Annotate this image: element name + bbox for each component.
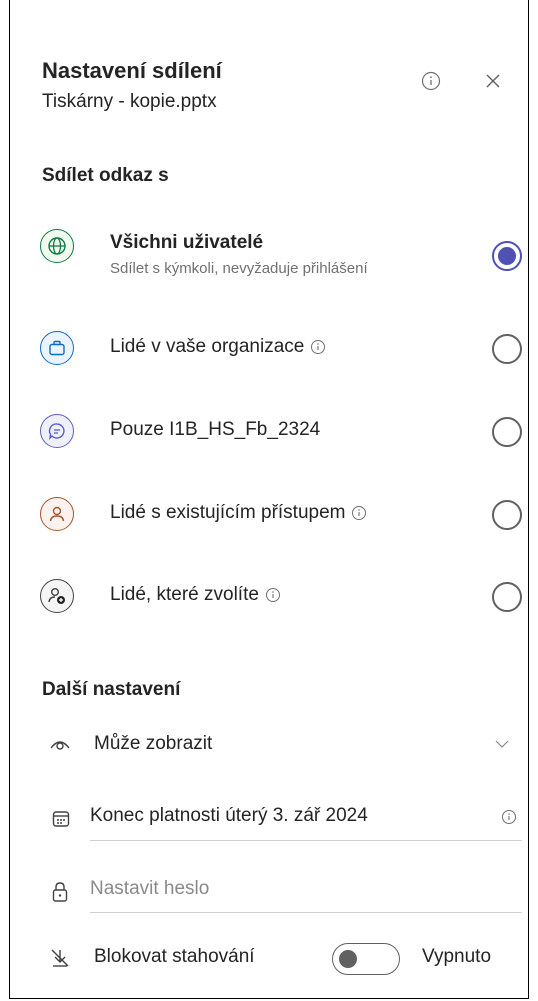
share-option-specific-people[interactable]: Lidé, které zvolíte (10, 562, 528, 632)
expiration-label: Konec platnosti úterý 3. zář 2024 (90, 805, 368, 826)
permission-label: Může zobrazit (94, 733, 213, 754)
info-icon[interactable] (418, 68, 444, 94)
radio-unselected[interactable] (492, 582, 522, 612)
permission-dropdown[interactable]: Může zobrazit (10, 722, 528, 768)
share-option-description: Sdílet s kýmkoli, nevyžaduje přihlášení (110, 260, 368, 277)
share-option-label: Pouze I1B_HS_Fb_2324 (110, 419, 321, 440)
panel-title: Nastavení sdílení (42, 58, 222, 83)
more-settings-heading: Další nastavení (42, 679, 181, 700)
share-link-heading: Sdílet odkaz s (42, 165, 169, 186)
share-option-existing-access[interactable]: Lidé s existujícím přístupem (10, 480, 528, 550)
block-download-toggle[interactable] (332, 943, 400, 975)
radio-selected[interactable] (492, 241, 522, 271)
field-underline (90, 840, 522, 841)
password-placeholder: Nastavit heslo (90, 878, 210, 899)
share-option-label-row: Lidé, které zvolíte (110, 584, 281, 606)
eye-icon (48, 733, 72, 755)
close-icon[interactable] (480, 68, 506, 94)
share-option-label: Lidé v vaše organizace (110, 336, 305, 357)
toggle-state-label: Vypnuto (422, 946, 492, 967)
briefcase-icon (40, 331, 74, 365)
lock-icon (50, 880, 70, 904)
person-add-icon (40, 579, 74, 613)
share-option-label: Lidé s existujícím přístupem (110, 502, 346, 523)
share-option-organization[interactable]: Lidé v vaše organizace (10, 314, 528, 384)
block-download-row: Blokovat stahování Vypnuto (10, 936, 528, 980)
toggle-knob (339, 950, 357, 968)
info-icon[interactable] (310, 339, 326, 355)
calendar-icon (50, 808, 72, 830)
sharing-settings-panel: Nastavení sdílení Tiskárny - kopie.pptx … (9, 0, 529, 999)
download-blocked-icon (48, 946, 72, 970)
info-icon[interactable] (265, 587, 281, 603)
info-icon[interactable] (500, 808, 518, 826)
share-option-everyone[interactable]: Všichni uživatelé Sdílet s kýmkoli, nevy… (10, 220, 528, 290)
block-download-label: Blokovat stahování (94, 946, 255, 967)
radio-unselected[interactable] (492, 417, 522, 447)
password-field[interactable]: Nastavit heslo (10, 866, 528, 914)
person-icon (40, 497, 74, 531)
share-option-label-row: Lidé v vaše organizace (110, 336, 326, 358)
radio-unselected[interactable] (492, 500, 522, 530)
share-option-group[interactable]: Pouze I1B_HS_Fb_2324 (10, 397, 528, 467)
share-option-label: Všichni uživatelé (110, 232, 264, 253)
share-option-label: Lidé, které zvolíte (110, 584, 259, 605)
chevron-down-icon (492, 736, 512, 752)
expiration-field[interactable]: Konec platnosti úterý 3. zář 2024 (10, 795, 528, 841)
share-option-label-row: Lidé s existujícím přístupem (110, 502, 367, 524)
info-icon[interactable] (351, 505, 367, 521)
file-name: Tiskárny - kopie.pptx (42, 91, 217, 112)
radio-unselected[interactable] (492, 334, 522, 364)
field-underline (90, 912, 522, 913)
globe-icon (40, 229, 74, 263)
chat-icon (40, 414, 74, 448)
